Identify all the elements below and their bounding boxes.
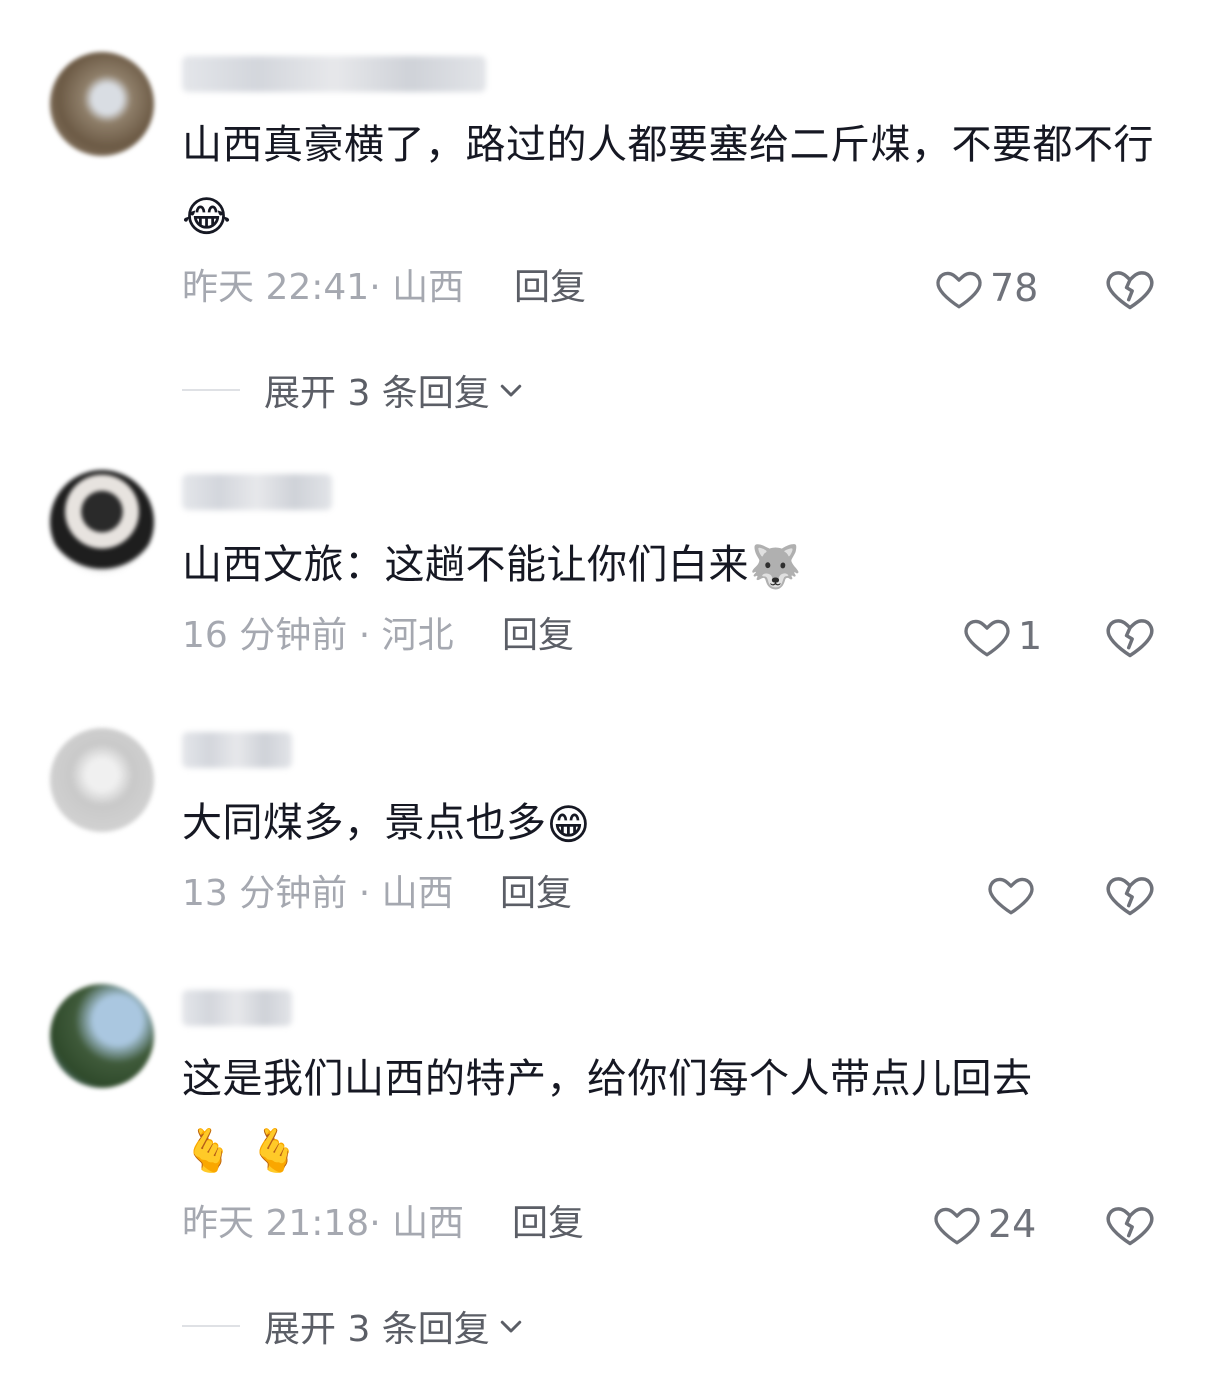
reply-button[interactable]: 回复 (512, 1202, 584, 1246)
like-button[interactable] (986, 868, 1042, 920)
comment-text-body: 这是我们山西的特产，给你们每个人带点儿回去 (182, 1056, 1033, 1102)
expand-replies-label: 展开 3 条回复 (264, 373, 490, 414)
like-count: 1 (1018, 614, 1043, 658)
expand-replies-label: 展开 3 条回复 (264, 1309, 490, 1350)
comment-text-body: 山西真豪横了，路过的人都要塞给二斤煤，不要都不行 (182, 122, 1154, 168)
dislike-button[interactable] (1104, 1198, 1156, 1250)
like-button[interactable]: 78 (934, 262, 1038, 314)
chevron-down-icon (500, 384, 522, 397)
comment-meta: 昨天 21:18· 山西 (182, 1203, 465, 1244)
dislike-button[interactable] (1104, 262, 1156, 314)
username-blurred[interactable] (182, 732, 292, 768)
heart-outline-icon (964, 619, 1010, 657)
comment-meta: 昨天 22:41· 山西 (182, 267, 465, 308)
heart-outline-icon (988, 877, 1034, 915)
dislike-button[interactable] (1104, 610, 1156, 662)
reply-button[interactable]: 回复 (500, 872, 572, 916)
heart-outline-icon (934, 1207, 980, 1245)
finger-heart-emoji-icon: 🫰🫰 (182, 1126, 315, 1175)
broken-heart-icon (1106, 619, 1154, 658)
comment-text: 这是我们山西的特产，给你们每个人带点儿回去 🫰🫰 (182, 1044, 1172, 1184)
reply-button[interactable]: 回复 (514, 266, 586, 310)
broken-heart-icon (1106, 877, 1154, 916)
username-blurred[interactable] (182, 474, 332, 510)
avatar[interactable] (50, 470, 154, 574)
comment-text-body: 山西文旅：这趟不能让你们白来 (182, 542, 749, 588)
wolf-emoji-icon: 🐺 (749, 542, 802, 591)
expand-replies-button[interactable]: 展开 3 条回复 (182, 1302, 526, 1350)
like-count: 24 (988, 1202, 1037, 1246)
broken-heart-icon (1106, 1207, 1154, 1246)
divider-line (182, 389, 240, 391)
like-count: 78 (990, 266, 1039, 310)
chevron-down-icon (500, 1320, 522, 1333)
avatar[interactable] (50, 728, 154, 832)
divider-line (182, 1325, 240, 1327)
like-button[interactable]: 1 (962, 610, 1042, 662)
heart-outline-icon (936, 271, 982, 309)
broken-heart-icon (1106, 271, 1154, 310)
comment-text-body: 大同煤多，景点也多 (182, 800, 547, 846)
avatar[interactable] (50, 52, 154, 156)
comment-text: 山西真豪横了，路过的人都要塞给二斤煤，不要都不行 😂 (182, 110, 1172, 250)
expand-replies-button[interactable]: 展开 3 条回复 (182, 366, 526, 414)
grinning-emoji-icon: 😁 (546, 800, 591, 849)
dislike-button[interactable] (1104, 868, 1156, 920)
comment-meta: 13 分钟前 · 山西 (182, 873, 454, 914)
comment-text: 山西文旅：这趟不能让你们白来🐺 (182, 530, 1172, 600)
avatar[interactable] (50, 984, 154, 1088)
like-button[interactable]: 24 (932, 1198, 1036, 1250)
username-blurred[interactable] (182, 990, 292, 1026)
comment-meta: 16 分钟前 · 河北 (182, 615, 454, 656)
reply-button[interactable]: 回复 (502, 614, 574, 658)
laughing-emoji-icon: 😂 (182, 192, 232, 241)
comment-text: 大同煤多，景点也多😁 (182, 788, 1172, 858)
username-blurred[interactable] (182, 56, 486, 92)
